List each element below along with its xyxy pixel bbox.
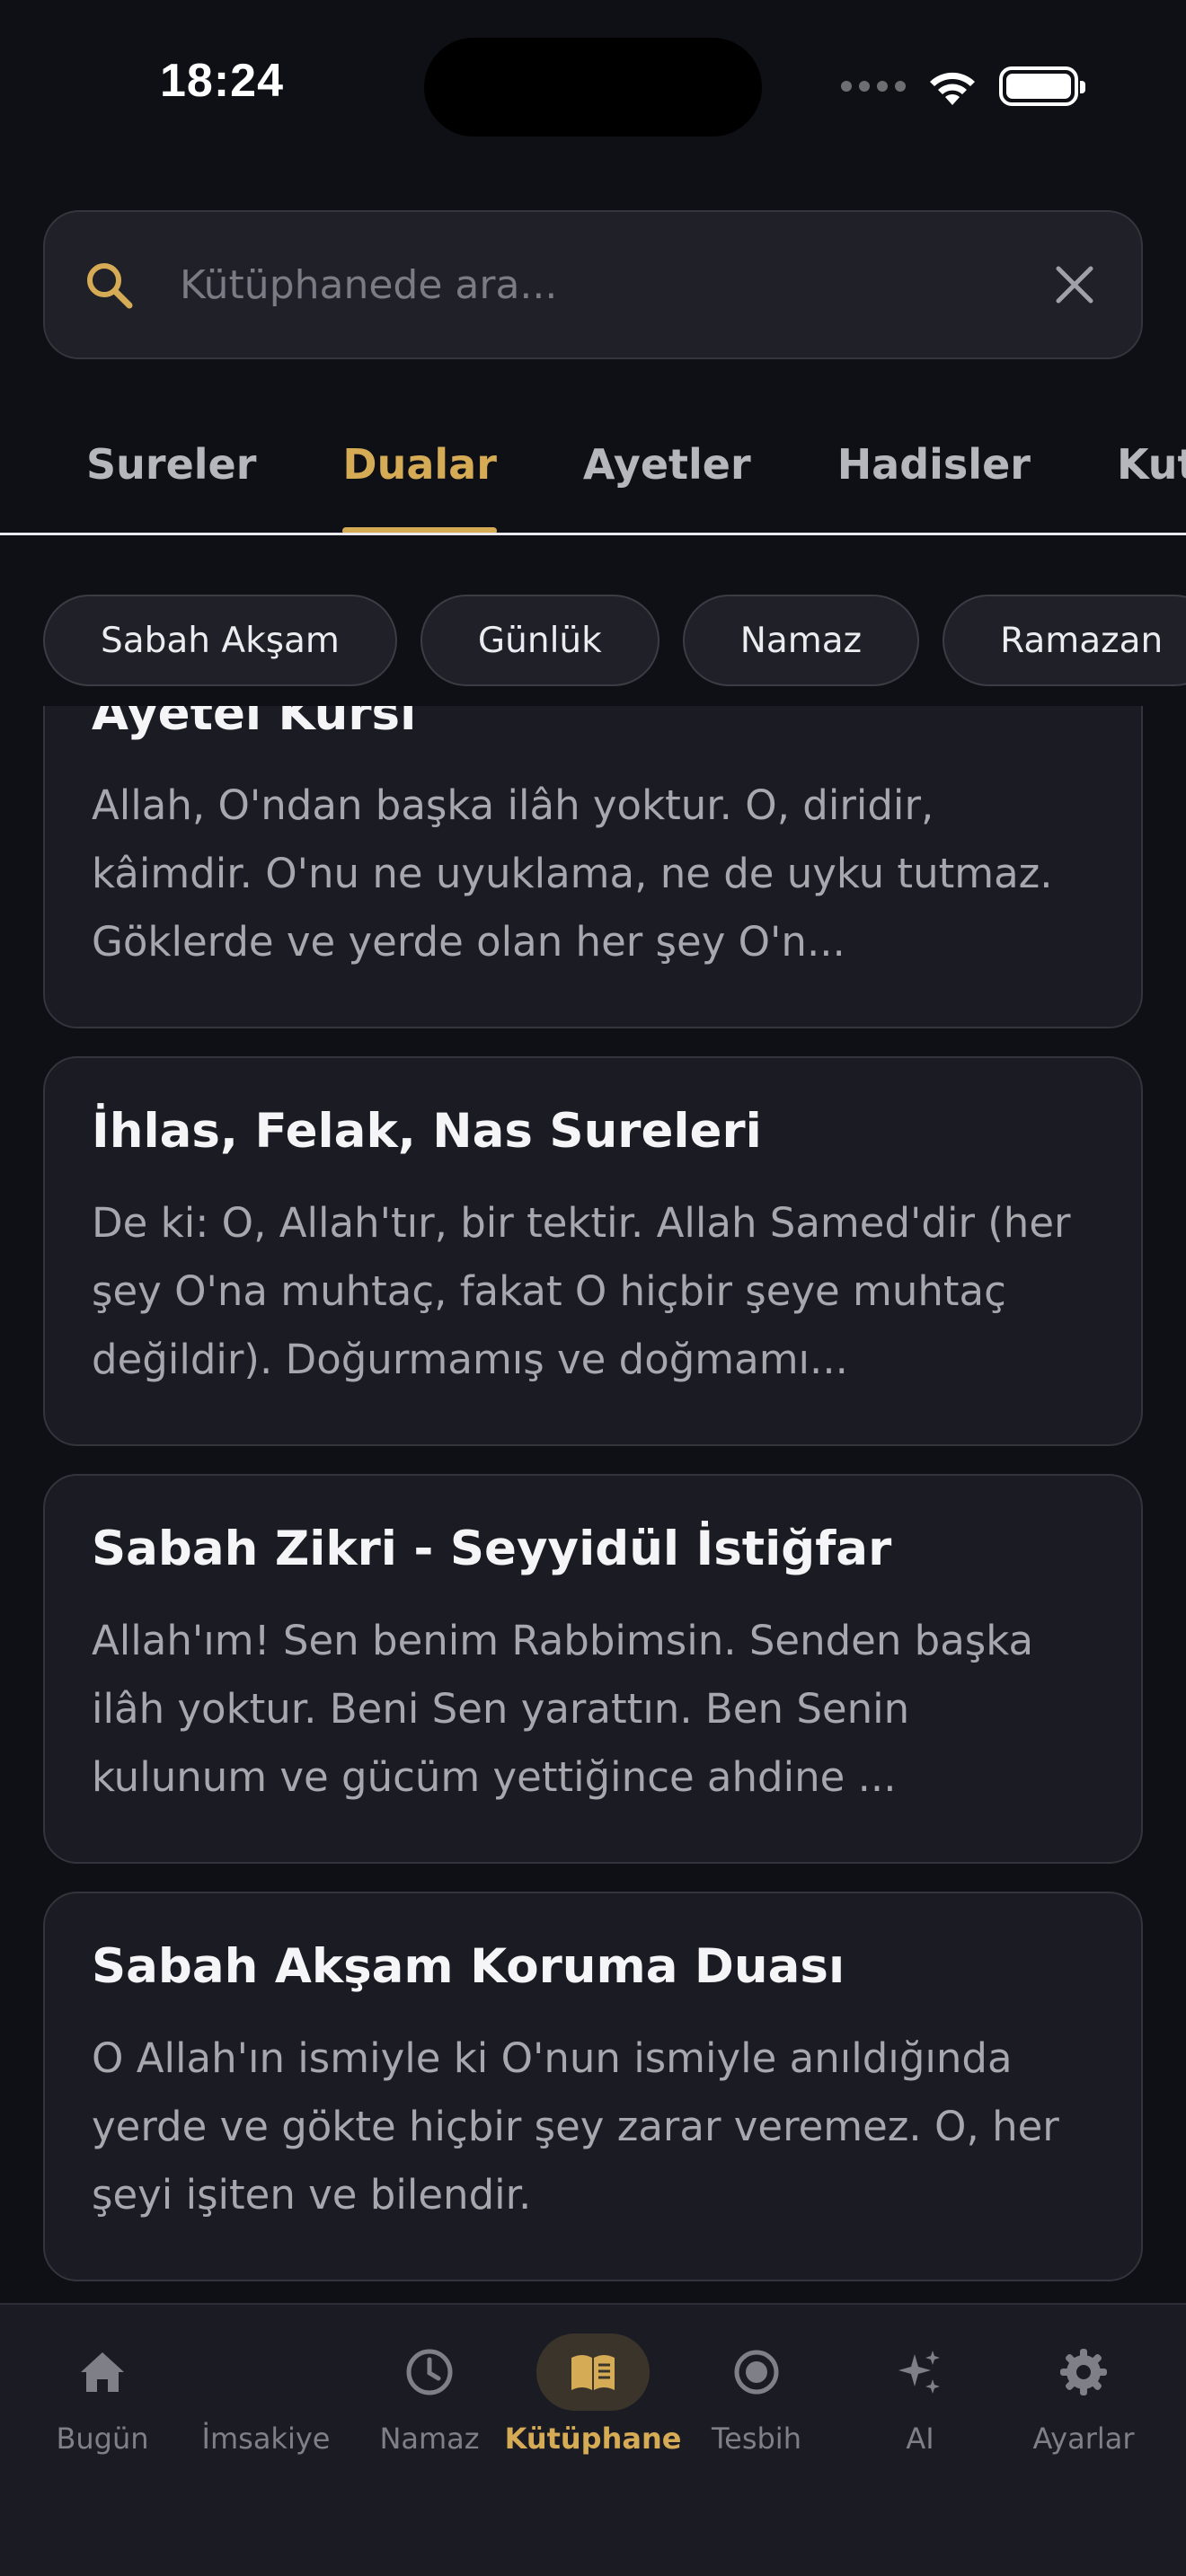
- book-icon: [571, 2355, 615, 2390]
- moon-icon: [250, 2351, 271, 2394]
- dua-card-text: Allah'ım! Sen benim Rabbimsin. Senden ba…: [92, 1617, 1034, 1801]
- tabbar-label: Namaz: [379, 2422, 480, 2456]
- dua-card-title: Sabah Zikri - Seyyidül İstiğfar: [92, 1522, 892, 1576]
- cellular-signal-icon: [841, 81, 906, 92]
- category-tabs: Sureler Dualar Ayetler Hadisler Kutsal: [0, 404, 1186, 535]
- chip-sabah-aksam[interactable]: Sabah Akşam: [43, 595, 397, 686]
- chip-ramazan[interactable]: Ramazan: [943, 595, 1186, 686]
- tabbar-item-tesbih[interactable]: Tesbih: [676, 2326, 837, 2479]
- battery-icon: [999, 66, 1085, 106]
- clock-icon: [406, 2349, 453, 2395]
- dua-card-title: İhlas, Felak, Nas Sureleri: [92, 1104, 762, 1159]
- sparkles-icon: [898, 2351, 940, 2394]
- chip-namaz[interactable]: Namaz: [682, 595, 920, 686]
- dua-card[interactable]: İhlas, Felak, Nas Sureleri De ki: O, All…: [43, 1056, 1143, 1446]
- tabbar-label: Kütüphane: [504, 2422, 682, 2456]
- screen: 18:24 Sureler Dualar Ayetler Hadisler Ku…: [0, 0, 1186, 2576]
- dynamic-island: [424, 38, 762, 137]
- tabbar-item-namaz[interactable]: Namaz: [349, 2326, 510, 2479]
- tab-sureler[interactable]: Sureler: [0, 404, 299, 533]
- search-bar[interactable]: [43, 210, 1143, 359]
- tabbar-item-ai[interactable]: AI: [839, 2326, 1001, 2479]
- tab-kutsal[interactable]: Kutsal: [1074, 404, 1186, 533]
- dua-card[interactable]: Sabah Zikri - Seyyidül İstiğfar Allah'ım…: [43, 1474, 1143, 1864]
- tabbar-item-ayarlar[interactable]: Ayarlar: [1003, 2326, 1164, 2479]
- wifi-icon: [930, 72, 975, 105]
- status-icons: [841, 61, 1085, 111]
- tabbar-item-imsakiye[interactable]: İmsakiye: [185, 2326, 347, 2479]
- tab-dualar[interactable]: Dualar: [299, 404, 539, 533]
- search-input[interactable]: [180, 261, 1053, 308]
- home-icon: [81, 2352, 124, 2392]
- tabbar-label: AI: [906, 2422, 934, 2456]
- dua-list[interactable]: Ayetel Kürsi Allah, O'ndan başka ilâh yo…: [0, 706, 1186, 2303]
- chip-gunluk[interactable]: Günlük: [420, 595, 659, 686]
- dua-card[interactable]: Sabah Akşam Koruma Duası O Allah'ın ismi…: [43, 1892, 1143, 2281]
- tabbar-label: Ayarlar: [1032, 2422, 1135, 2456]
- dua-card-text: De ki: O, Allah'tır, bir tektir. Allah S…: [92, 1199, 1071, 1383]
- status-time: 18:24: [160, 55, 284, 107]
- clear-icon[interactable]: [1053, 263, 1096, 306]
- tabbar-item-kutuphane[interactable]: Kütüphane: [505, 2326, 681, 2479]
- tabbar-label: Tesbih: [712, 2422, 801, 2456]
- tabbar-label: İmsakiye: [201, 2422, 331, 2456]
- dua-card-text: O Allah'ın ismiyle ki O'nun ismiyle anıl…: [92, 2034, 1059, 2219]
- bottom-tab-bar: Bugün İmsakiye Namaz Kütüphane Tesbih AI…: [0, 2303, 1186, 2576]
- dua-card-title: Sabah Akşam Koruma Duası: [92, 1939, 845, 1994]
- tab-hadisler[interactable]: Hadisler: [794, 404, 1074, 533]
- tab-ayetler[interactable]: Ayetler: [540, 404, 794, 533]
- search-icon: [87, 263, 133, 309]
- circle-icon: [734, 2350, 779, 2395]
- filter-chips: Sabah Akşam Günlük Namaz Ramazan: [43, 595, 1186, 686]
- dua-card-title: Ayetel Kürsi: [92, 706, 417, 741]
- tabbar-label: Bugün: [56, 2422, 149, 2456]
- dua-card[interactable]: Ayetel Kürsi Allah, O'ndan başka ilâh yo…: [43, 706, 1143, 1028]
- dua-card-text: Allah, O'ndan başka ilâh yoktur. O, diri…: [92, 781, 1053, 966]
- gear-icon: [1060, 2349, 1107, 2395]
- tabbar-item-bugun[interactable]: Bugün: [22, 2326, 183, 2479]
